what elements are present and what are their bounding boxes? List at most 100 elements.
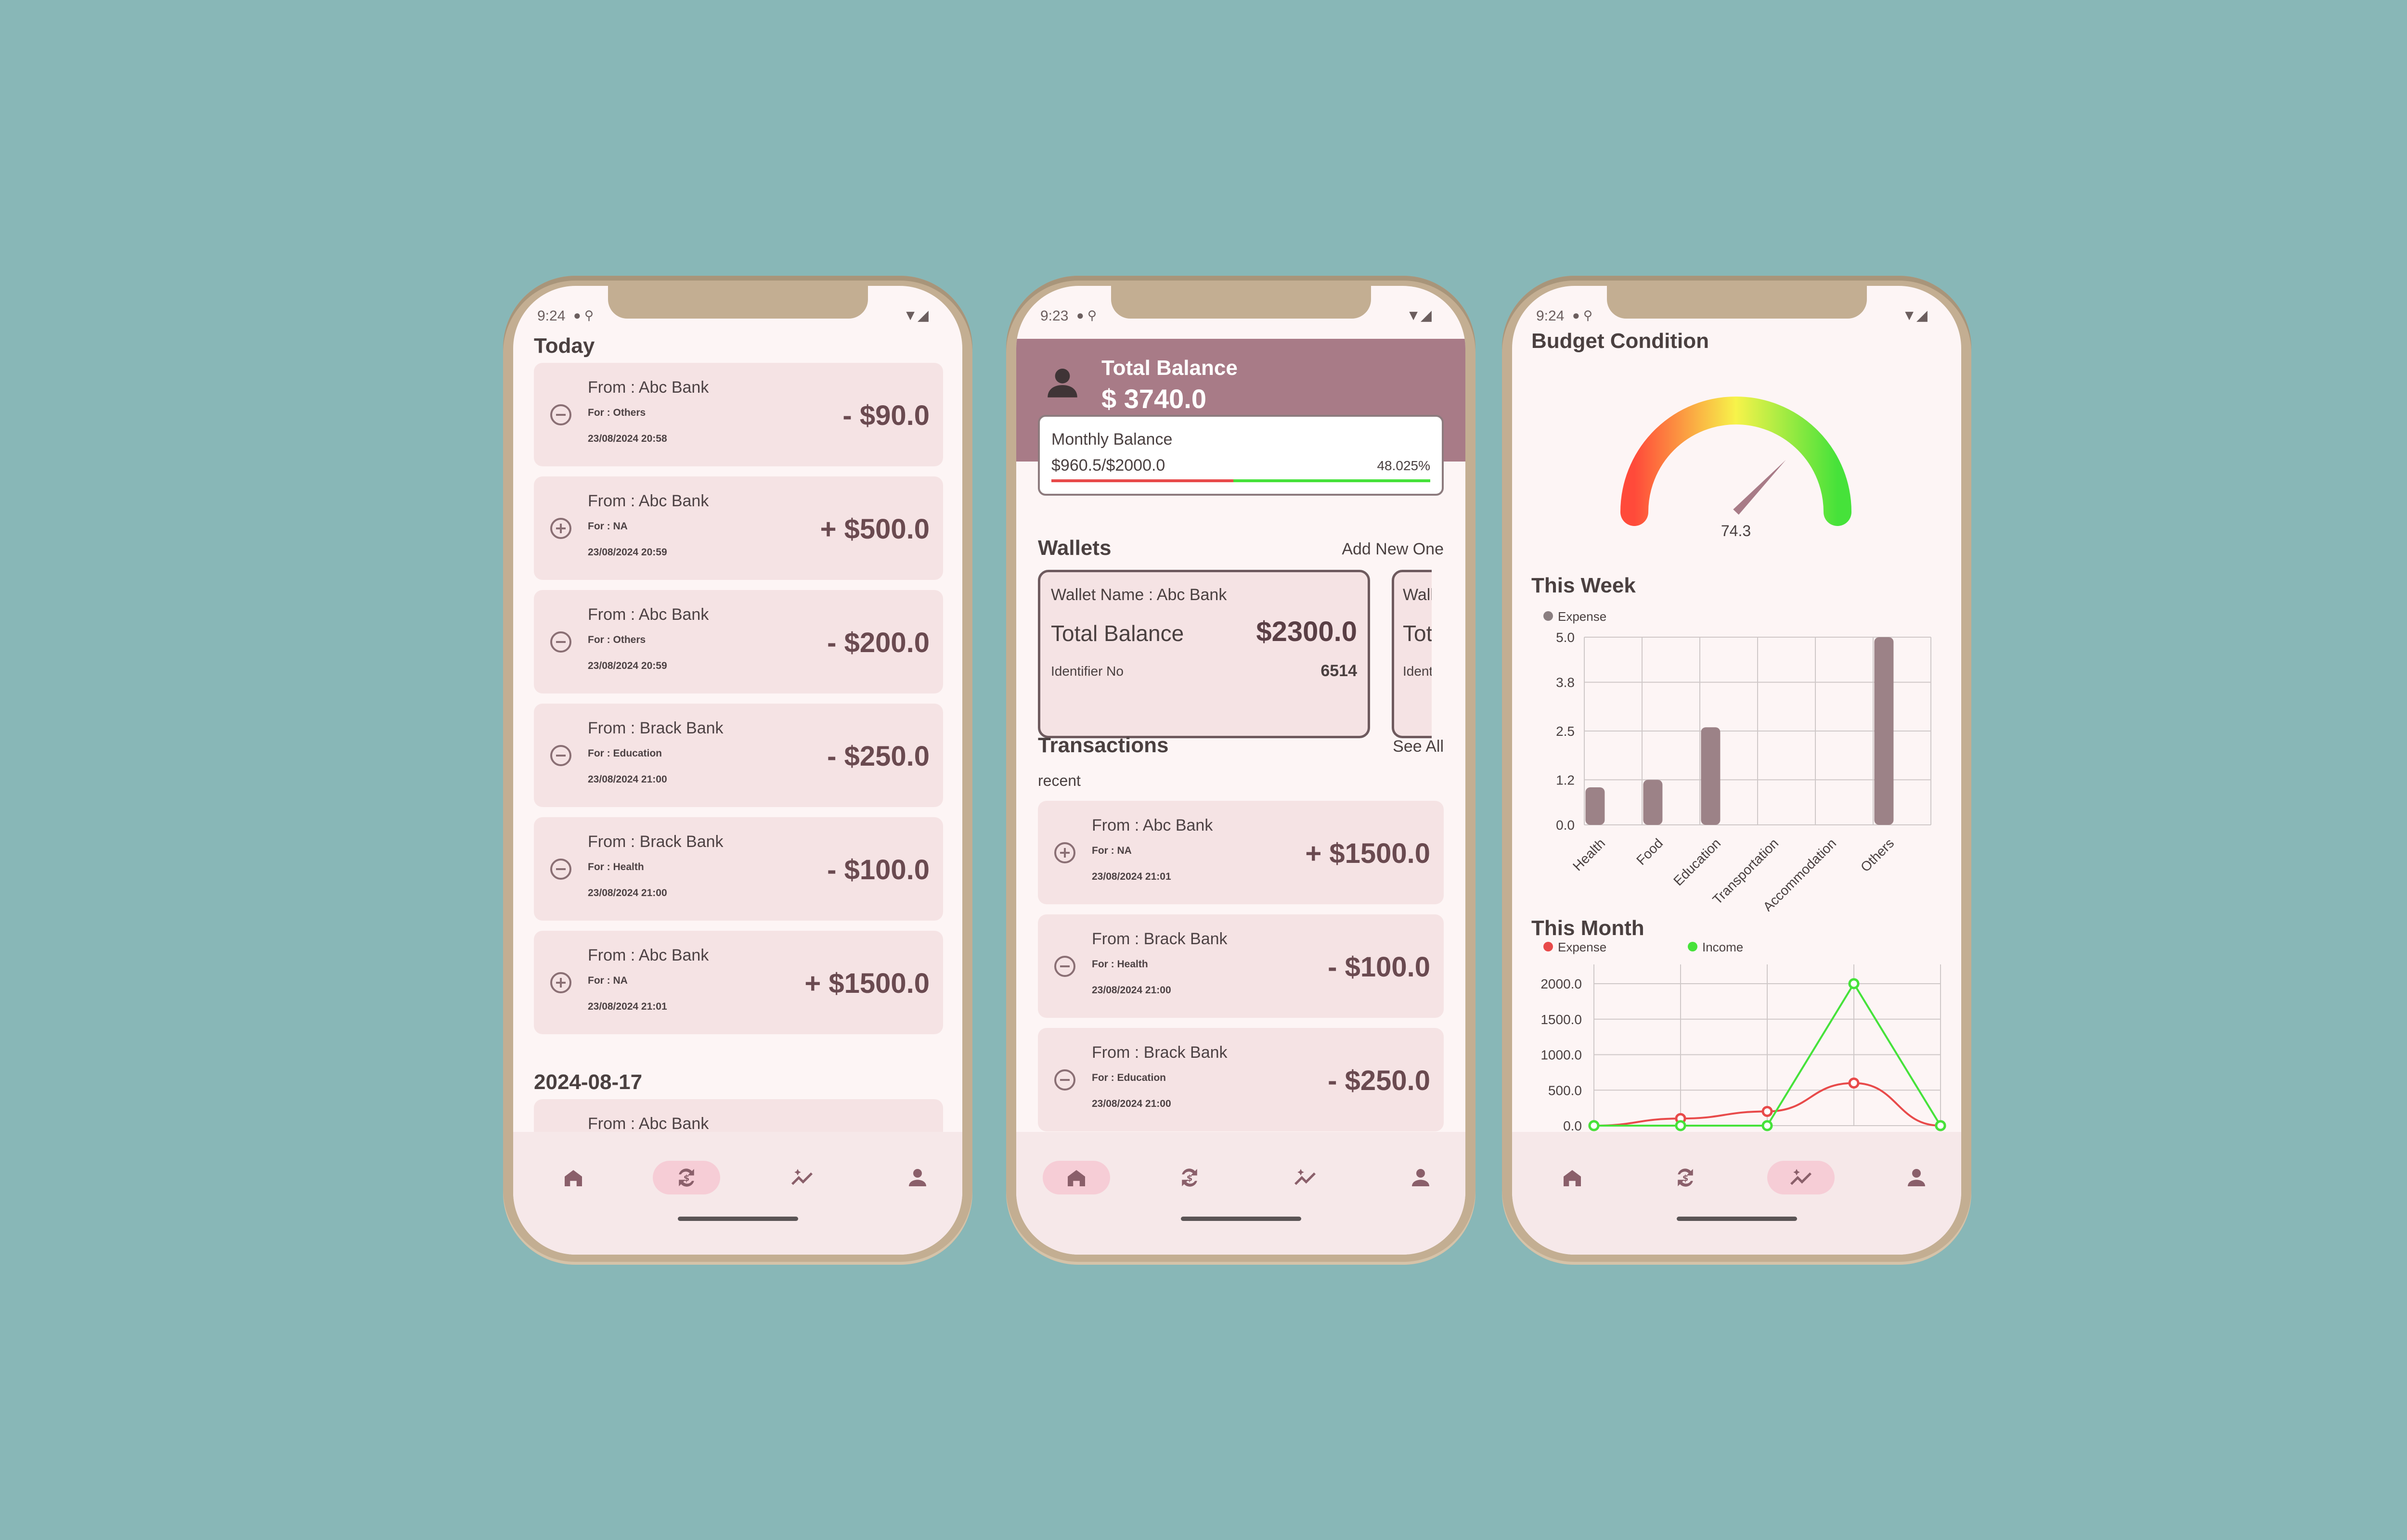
- transaction-date: 23/08/2024 21:00: [588, 774, 667, 785]
- transaction-category: For : NA: [1092, 845, 1132, 856]
- line-chart: Expense Income 0.0 500.0 1000.0 1500.0 2000.0: [1540, 940, 1946, 1133]
- wifi-signal-icons: ▼◢: [903, 308, 929, 323]
- y-tick-label: 1000.0: [1540, 1048, 1582, 1063]
- transaction-date: 23/08/2024 21:01: [1092, 871, 1171, 882]
- section-title-today: Today: [534, 334, 595, 358]
- transaction-card[interactable]: From : Brack Bank For : Education 23/08/20…: [534, 704, 943, 807]
- transaction-date: 23/08/2024 20:59: [588, 547, 667, 558]
- status-time: 9:23: [1040, 308, 1069, 324]
- budget-gauge: 74.3: [1620, 397, 1851, 539]
- plus-circle-icon: [550, 517, 571, 539]
- nav-exchange[interactable]: $: [653, 1161, 720, 1194]
- add-new-wallet-link[interactable]: Add New One: [1342, 540, 1444, 559]
- screen: 9:24 ● ⚲ ▼◢ Budget Condition 74.3 This W…: [1512, 286, 1961, 1255]
- phone-transactions: 9:24 ● ⚲ ▼◢ Today From : Abc Bank For : O…: [503, 276, 972, 1265]
- transaction-card[interactable]: From : Abc Bank For : NA 23/08/2024 21:01 +…: [534, 931, 943, 1034]
- transaction-date: 23/08/2024 21:00: [1092, 1098, 1171, 1109]
- notch: [1111, 286, 1371, 319]
- transaction-card[interactable]: From : Abc Bank For : NA 23/08/2024 21:01 +…: [1038, 801, 1444, 904]
- transaction-card[interactable]: From : Brack Bank For : Health 23/08/2024 …: [534, 817, 943, 921]
- nav-home[interactable]: [540, 1161, 607, 1194]
- home-indicator[interactable]: [1180, 1217, 1301, 1221]
- gauge-value: 74.3: [1721, 522, 1751, 539]
- nav-analytics[interactable]: [1767, 1161, 1835, 1194]
- y-tick-label: 0.0: [1556, 818, 1575, 833]
- see-all-link[interactable]: See All: [1393, 737, 1444, 756]
- transaction-from: From : Abc Bank: [588, 1115, 709, 1132]
- transaction-date: 23/08/2024 20:58: [588, 433, 667, 444]
- bottom-nav: $: [1016, 1132, 1465, 1255]
- home-indicator[interactable]: [1676, 1217, 1797, 1221]
- wallet-name: Wallet Name : Abc Bank: [1051, 586, 1227, 604]
- data-point: [1848, 978, 1860, 989]
- phone-home: 9:23 ● ⚲ ▼◢ Total Balance $ 3740.0 Month…: [1006, 276, 1475, 1265]
- monthly-balance-value: $960.5/$2000.0: [1051, 456, 1165, 475]
- y-tick-label: 1500.0: [1540, 1012, 1582, 1027]
- transaction-amount: - $200.0: [827, 627, 930, 658]
- nav-analytics[interactable]: [768, 1161, 836, 1194]
- notch: [608, 286, 868, 319]
- phone-analytics: 9:24 ● ⚲ ▼◢ Budget Condition 74.3 This W…: [1502, 276, 1971, 1265]
- transaction-from: From : Brack Bank: [588, 833, 724, 851]
- transaction-amount: - $100.0: [827, 854, 930, 886]
- transaction-card[interactable]: From : Abc Bank For : NA 23/08/2024 20:59 +…: [534, 476, 943, 580]
- home-indicator[interactable]: [677, 1217, 798, 1221]
- transactions-list[interactable]: Today From : Abc Bank For : Others 23/08/2…: [513, 329, 962, 1132]
- screen: 9:24 ● ⚲ ▼◢ Today From : Abc Bank For : O…: [513, 286, 962, 1255]
- transaction-date: 23/08/2024 20:59: [588, 660, 667, 671]
- x-tick-label: Food: [1633, 835, 1666, 868]
- status-time: 9:24: [537, 308, 566, 324]
- transaction-from: From : Abc Bank: [588, 378, 709, 397]
- transaction-card[interactable]: From : Brack Bank For : Education 23/08/20…: [1038, 1028, 1444, 1131]
- nav-person[interactable]: [1387, 1161, 1454, 1194]
- nav-exchange[interactable]: $: [1156, 1161, 1223, 1194]
- x-tick-label: Others: [1858, 835, 1897, 874]
- nav-home[interactable]: [1539, 1161, 1606, 1194]
- gauge-needle: [1733, 460, 1786, 515]
- nav-home[interactable]: [1043, 1161, 1110, 1194]
- transaction-card[interactable]: From : Brack Bank For : Health 23/08/2024 …: [1038, 914, 1444, 1018]
- transaction-card[interactable]: From : Abc Bank For : Others 23/08/2024 20…: [534, 590, 943, 693]
- nav-exchange[interactable]: $: [1652, 1161, 1719, 1194]
- x-tick-label: Health: [1570, 835, 1608, 873]
- wallet-card[interactable]: Wallet Name : Abc Bank Total Balance $23…: [1038, 570, 1370, 738]
- transaction-category: For : Others: [588, 407, 646, 418]
- nav-person[interactable]: [884, 1161, 951, 1194]
- transaction-card[interactable]: From : Abc BankFor : Others17/08/2024 22…: [534, 1099, 943, 1132]
- nav-person[interactable]: [1883, 1161, 1950, 1194]
- transaction-from: From : Brack Bank: [588, 719, 724, 737]
- bar: [1701, 727, 1721, 825]
- total-balance-label: Total Balance: [1101, 356, 1238, 380]
- total-balance-value: $ 3740.0: [1101, 384, 1206, 414]
- transaction-category: For : Education: [1092, 1072, 1166, 1083]
- home-icon: [1564, 1170, 1581, 1186]
- nav-analytics[interactable]: [1271, 1161, 1339, 1194]
- month-title: This Month: [1531, 916, 1644, 940]
- wifi-signal-icons: ▼◢: [1902, 308, 1928, 323]
- transaction-amount: - $100.0: [1328, 951, 1430, 983]
- person-icon: [909, 1169, 926, 1186]
- notification-icons: ● ⚲: [1076, 308, 1097, 322]
- minus-circle-icon: [1054, 1069, 1075, 1091]
- y-tick-label: 2.5: [1556, 724, 1575, 739]
- transaction-from: From : Abc Bank: [588, 946, 709, 964]
- recent-label: recent: [1038, 772, 1081, 789]
- monthly-progress-fill: [1051, 479, 1233, 482]
- analytics-icon: [1790, 1169, 1812, 1185]
- transaction-category: For : Education: [588, 748, 662, 759]
- person-icon: [1048, 368, 1077, 398]
- svg-text:$: $: [684, 1173, 690, 1183]
- legend-marker: [1543, 942, 1553, 951]
- exchange-icon: $: [1678, 1168, 1693, 1187]
- transaction-amount: + $500.0: [820, 513, 930, 545]
- transaction-date: 23/08/2024 21:00: [588, 887, 667, 898]
- plus-circle-icon: [1054, 842, 1075, 863]
- bottom-nav: $: [513, 1132, 962, 1255]
- exchange-icon: $: [679, 1168, 694, 1187]
- transaction-amount: - $90.0: [842, 399, 930, 431]
- wallet-balance-label: Total Balance: [1051, 621, 1184, 646]
- transaction-card[interactable]: From : Abc Bank For : Others 23/08/2024 20…: [534, 363, 943, 466]
- y-tick-label: 500.0: [1548, 1083, 1582, 1098]
- data-point: [1848, 1078, 1860, 1089]
- data-point: [1935, 1120, 1946, 1131]
